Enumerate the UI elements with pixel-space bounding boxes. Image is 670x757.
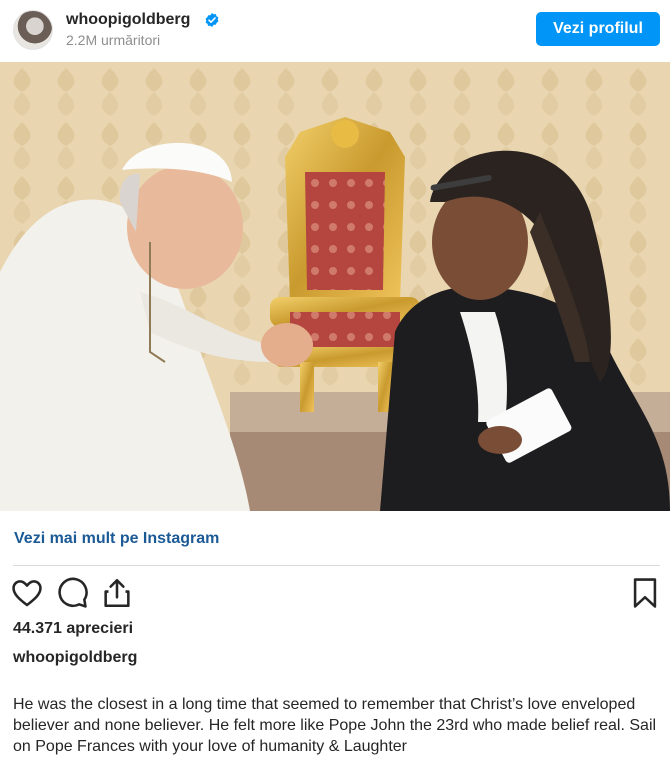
view-more-on-instagram-link[interactable]: Vezi mai mult pe Instagram [14,530,219,548]
caption-username[interactable]: whoopigoldberg [13,649,137,667]
avatar[interactable] [13,10,53,50]
bookmark-icon [633,578,657,608]
comment-button[interactable] [55,576,89,610]
save-button[interactable] [628,576,662,610]
post-photo [0,62,670,511]
share-icon [104,578,130,608]
follower-count: 2.2M urmăritori [66,32,161,48]
heart-icon [12,580,42,607]
comment-icon [58,577,88,608]
view-profile-button[interactable]: Vezi profilul [536,12,660,46]
like-button[interactable] [10,576,44,610]
like-count[interactable]: 44.371 aprecieri [13,620,133,638]
share-button[interactable] [100,576,134,610]
post-header: whoopigoldberg 2.2M urmăritori Vezi prof… [0,0,670,62]
caption-text: He was the closest in a long time that s… [13,696,657,755]
post-image[interactable] [0,62,670,511]
verified-badge-icon [205,13,219,27]
divider [13,565,660,566]
post-actions [0,570,670,616]
username[interactable]: whoopigoldberg [66,11,190,29]
